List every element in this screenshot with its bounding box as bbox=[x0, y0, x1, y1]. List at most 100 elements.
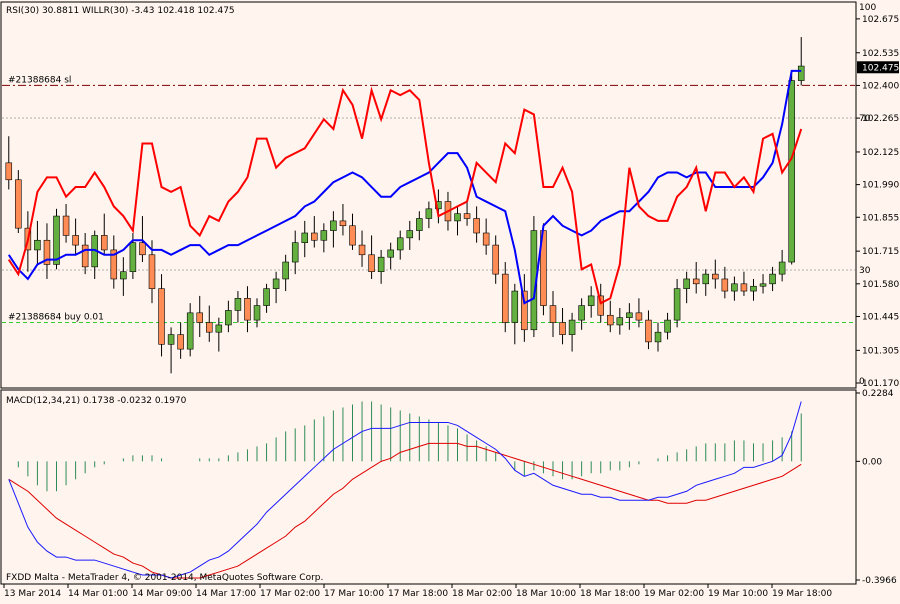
time-tick-label: 19 Mar 18:00 bbox=[772, 589, 832, 599]
price-tick-label: 101.990 bbox=[862, 181, 899, 191]
candle-body bbox=[778, 261, 786, 275]
price-tick-label: 102.125 bbox=[862, 148, 899, 158]
price-tick-label: 102.535 bbox=[862, 49, 899, 59]
candle-body bbox=[750, 285, 757, 292]
candle-body bbox=[797, 65, 805, 81]
indicator-scale-label: 100 bbox=[859, 3, 876, 13]
candle-body bbox=[607, 314, 614, 326]
time-tick-label: 14 Mar 01:00 bbox=[68, 589, 128, 599]
price-tick-label: 101.855 bbox=[862, 213, 899, 223]
candle-body bbox=[759, 283, 767, 287]
price-tick-label: 102.400 bbox=[862, 81, 899, 91]
candle-body bbox=[425, 208, 433, 219]
candle-body bbox=[215, 324, 223, 333]
candle-body bbox=[148, 254, 156, 289]
candle-body bbox=[492, 244, 499, 275]
candle-body bbox=[769, 273, 776, 285]
candle-body bbox=[234, 298, 242, 311]
candle-body bbox=[454, 213, 461, 222]
time-tick-label: 19 Mar 10:00 bbox=[708, 589, 768, 599]
candle-body bbox=[339, 220, 347, 227]
candle-body bbox=[263, 288, 270, 306]
candle-body bbox=[368, 254, 375, 273]
candle-body bbox=[244, 298, 251, 321]
buy-order-label: #21388684 buy 0.01 bbox=[8, 313, 104, 323]
candle-body bbox=[702, 273, 710, 285]
candle-body bbox=[482, 232, 490, 246]
price-tick-label: 101.580 bbox=[862, 280, 899, 290]
candle-body bbox=[34, 239, 41, 251]
candle-body bbox=[5, 162, 13, 181]
candle-body bbox=[683, 278, 690, 289]
candle-body bbox=[635, 312, 643, 321]
candle-body bbox=[120, 271, 127, 280]
candle-body bbox=[721, 278, 729, 292]
candle-body bbox=[272, 278, 280, 289]
candle-body bbox=[664, 319, 671, 333]
trading-chart[interactable]: #21388684 sl #21388684 buy 0.01 102.675 10… bbox=[0, 0, 900, 600]
price-tick-label: 101.170 bbox=[862, 379, 899, 389]
footer-copyright: FXDD Malta - MetaTrader 4, © 2001-2014, … bbox=[6, 573, 323, 583]
candle-body bbox=[129, 242, 137, 273]
time-tick-label: 17 Mar 18:00 bbox=[388, 589, 448, 599]
chart-svg: #21388684 sl #21388684 buy 0.01 102.675 10… bbox=[0, 0, 900, 600]
price-tick-label: 101.305 bbox=[862, 346, 899, 356]
price-tick-label: 101.715 bbox=[862, 247, 899, 257]
candle-body bbox=[396, 237, 404, 251]
candle-body bbox=[72, 235, 79, 246]
candle-body bbox=[167, 334, 175, 345]
candle-body bbox=[282, 261, 289, 280]
candle-body bbox=[53, 215, 60, 265]
candle-body bbox=[712, 273, 719, 280]
chart-background bbox=[0, 0, 900, 600]
candle-body bbox=[463, 213, 471, 219]
candle-body bbox=[501, 273, 509, 323]
indicator-header: RSI(30) 30.8811 WILLR(30) -3.43 102.418 … bbox=[6, 6, 235, 16]
candle-body bbox=[358, 244, 366, 256]
candle-body bbox=[740, 283, 748, 292]
current-price-label: 102.475 bbox=[862, 63, 899, 73]
candle-body bbox=[578, 305, 585, 321]
candle-body bbox=[15, 179, 22, 229]
candle-body bbox=[301, 232, 309, 243]
candle-body bbox=[62, 215, 70, 236]
candle-body bbox=[559, 322, 566, 335]
macd-tick-label: -0.3966 bbox=[862, 576, 897, 586]
price-tick-label: 101.445 bbox=[862, 312, 899, 322]
candle-body bbox=[186, 312, 194, 350]
candle-body bbox=[311, 232, 318, 241]
candle-body bbox=[158, 288, 165, 345]
time-tick-label: 18 Mar 10:00 bbox=[516, 589, 576, 599]
time-tick-label: 18 Mar 02:00 bbox=[452, 589, 512, 599]
candle-body bbox=[177, 334, 184, 350]
macd-tick-label: 0.00 bbox=[862, 457, 882, 467]
candle-body bbox=[692, 278, 700, 285]
time-tick-label: 14 Mar 09:00 bbox=[132, 589, 192, 599]
candle-body bbox=[320, 230, 328, 241]
candle-body bbox=[416, 218, 423, 231]
time-tick-label: 19 Mar 02:00 bbox=[644, 589, 704, 599]
candle-body bbox=[731, 283, 738, 292]
time-tick-label: 17 Mar 10:00 bbox=[324, 589, 384, 599]
candle-body bbox=[587, 295, 595, 306]
indicator-scale-label: 70 bbox=[859, 114, 871, 124]
candle-body bbox=[139, 242, 146, 256]
candle-body bbox=[568, 319, 576, 335]
time-tick-label: 13 Mar 2014 bbox=[4, 589, 61, 599]
candle-body bbox=[406, 230, 414, 239]
indicator-scale-label: 30 bbox=[859, 266, 871, 276]
candle-body bbox=[511, 290, 519, 323]
candle-body bbox=[788, 80, 795, 263]
candle-body bbox=[100, 235, 108, 251]
candle-body bbox=[673, 288, 681, 321]
candle-body bbox=[473, 218, 480, 234]
indicator-scale-label: 0 bbox=[859, 377, 865, 387]
candle-body bbox=[291, 242, 299, 263]
candle-body bbox=[654, 331, 662, 343]
candle-body bbox=[206, 322, 213, 333]
candle-body bbox=[626, 312, 633, 318]
candle-body bbox=[377, 256, 385, 273]
candle-body bbox=[196, 312, 203, 323]
macd-tick-label: 0.2284 bbox=[862, 389, 894, 399]
candle-body bbox=[645, 319, 652, 343]
